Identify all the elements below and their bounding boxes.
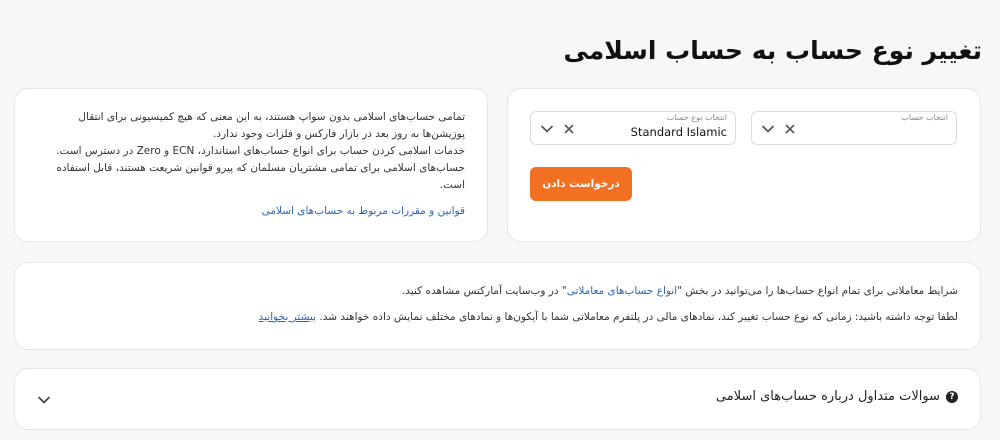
trading-conditions-note: شرایط معاملاتی برای تمام انواع حساب‌ها ر… <box>402 285 958 297</box>
info-line: خدمات اسلامی کردن حساب برای انواع حساب‌ه… <box>56 145 465 157</box>
info-line: تمامی حساب‌های اسلامی بدون سواپ هستند، ب… <box>78 111 465 140</box>
page-title: تغییر نوع حساب به حساب اسلامی <box>563 36 982 65</box>
notes-card: شرایط معاملاتی برای تمام انواع حساب‌ها ر… <box>14 262 981 350</box>
account-types-link[interactable]: انواع حساب‌های معاملاتی <box>567 285 677 297</box>
info-text: تمامی حساب‌های اسلامی بدون سواپ هستند، ب… <box>35 109 465 194</box>
question-circle-icon: ? <box>946 390 958 403</box>
account-type-select[interactable]: انتخاب نوع حساب Standard Islamic <box>530 111 736 145</box>
faq-accordion[interactable]: ? سوالات متداول درباره حساب‌های اسلامی <box>14 368 981 430</box>
chevron-down-icon[interactable] <box>539 121 555 137</box>
note-text: شرایط معاملاتی برای تمام انواع حساب‌ها ر… <box>677 285 958 297</box>
note-text: لطفا توجه داشته باشید: زمانی که نوع حساب… <box>319 311 958 323</box>
islamic-rules-link[interactable]: قوانین و مقررات مربوط به حساب‌های اسلامی <box>262 205 465 217</box>
close-icon[interactable] <box>782 121 798 137</box>
islamic-account-info-card: تمامی حساب‌های اسلامی بدون سواپ هستند، ب… <box>14 88 488 242</box>
chevron-down-icon[interactable] <box>760 121 776 137</box>
faq-header[interactable]: ? سوالات متداول درباره حساب‌های اسلامی <box>716 389 958 404</box>
change-account-form-card: انتخاب حساب انتخاب نوع حساب Standard Isl… <box>507 88 981 242</box>
faq-title: سوالات متداول درباره حساب‌های اسلامی <box>715 389 940 404</box>
account-select[interactable]: انتخاب حساب <box>751 111 957 145</box>
account-type-select-value: Standard Islamic <box>630 125 727 139</box>
account-type-select-label: انتخاب نوع حساب <box>666 113 727 122</box>
chevron-down-icon[interactable] <box>35 391 53 409</box>
request-button[interactable]: درخواست دادن <box>530 167 632 201</box>
note-text: " در وب‌سایت آمارکتس مشاهده کنید. <box>401 285 567 297</box>
read-more-link[interactable]: بیشتر بخوانید <box>259 311 316 323</box>
close-icon[interactable] <box>561 121 577 137</box>
symbols-change-note: لطفا توجه داشته باشید: زمانی که نوع حساب… <box>259 311 958 323</box>
info-line: حساب‌های اسلامی برای تمامی مشتریان مسلما… <box>56 162 465 191</box>
account-select-label: انتخاب حساب <box>901 113 948 122</box>
